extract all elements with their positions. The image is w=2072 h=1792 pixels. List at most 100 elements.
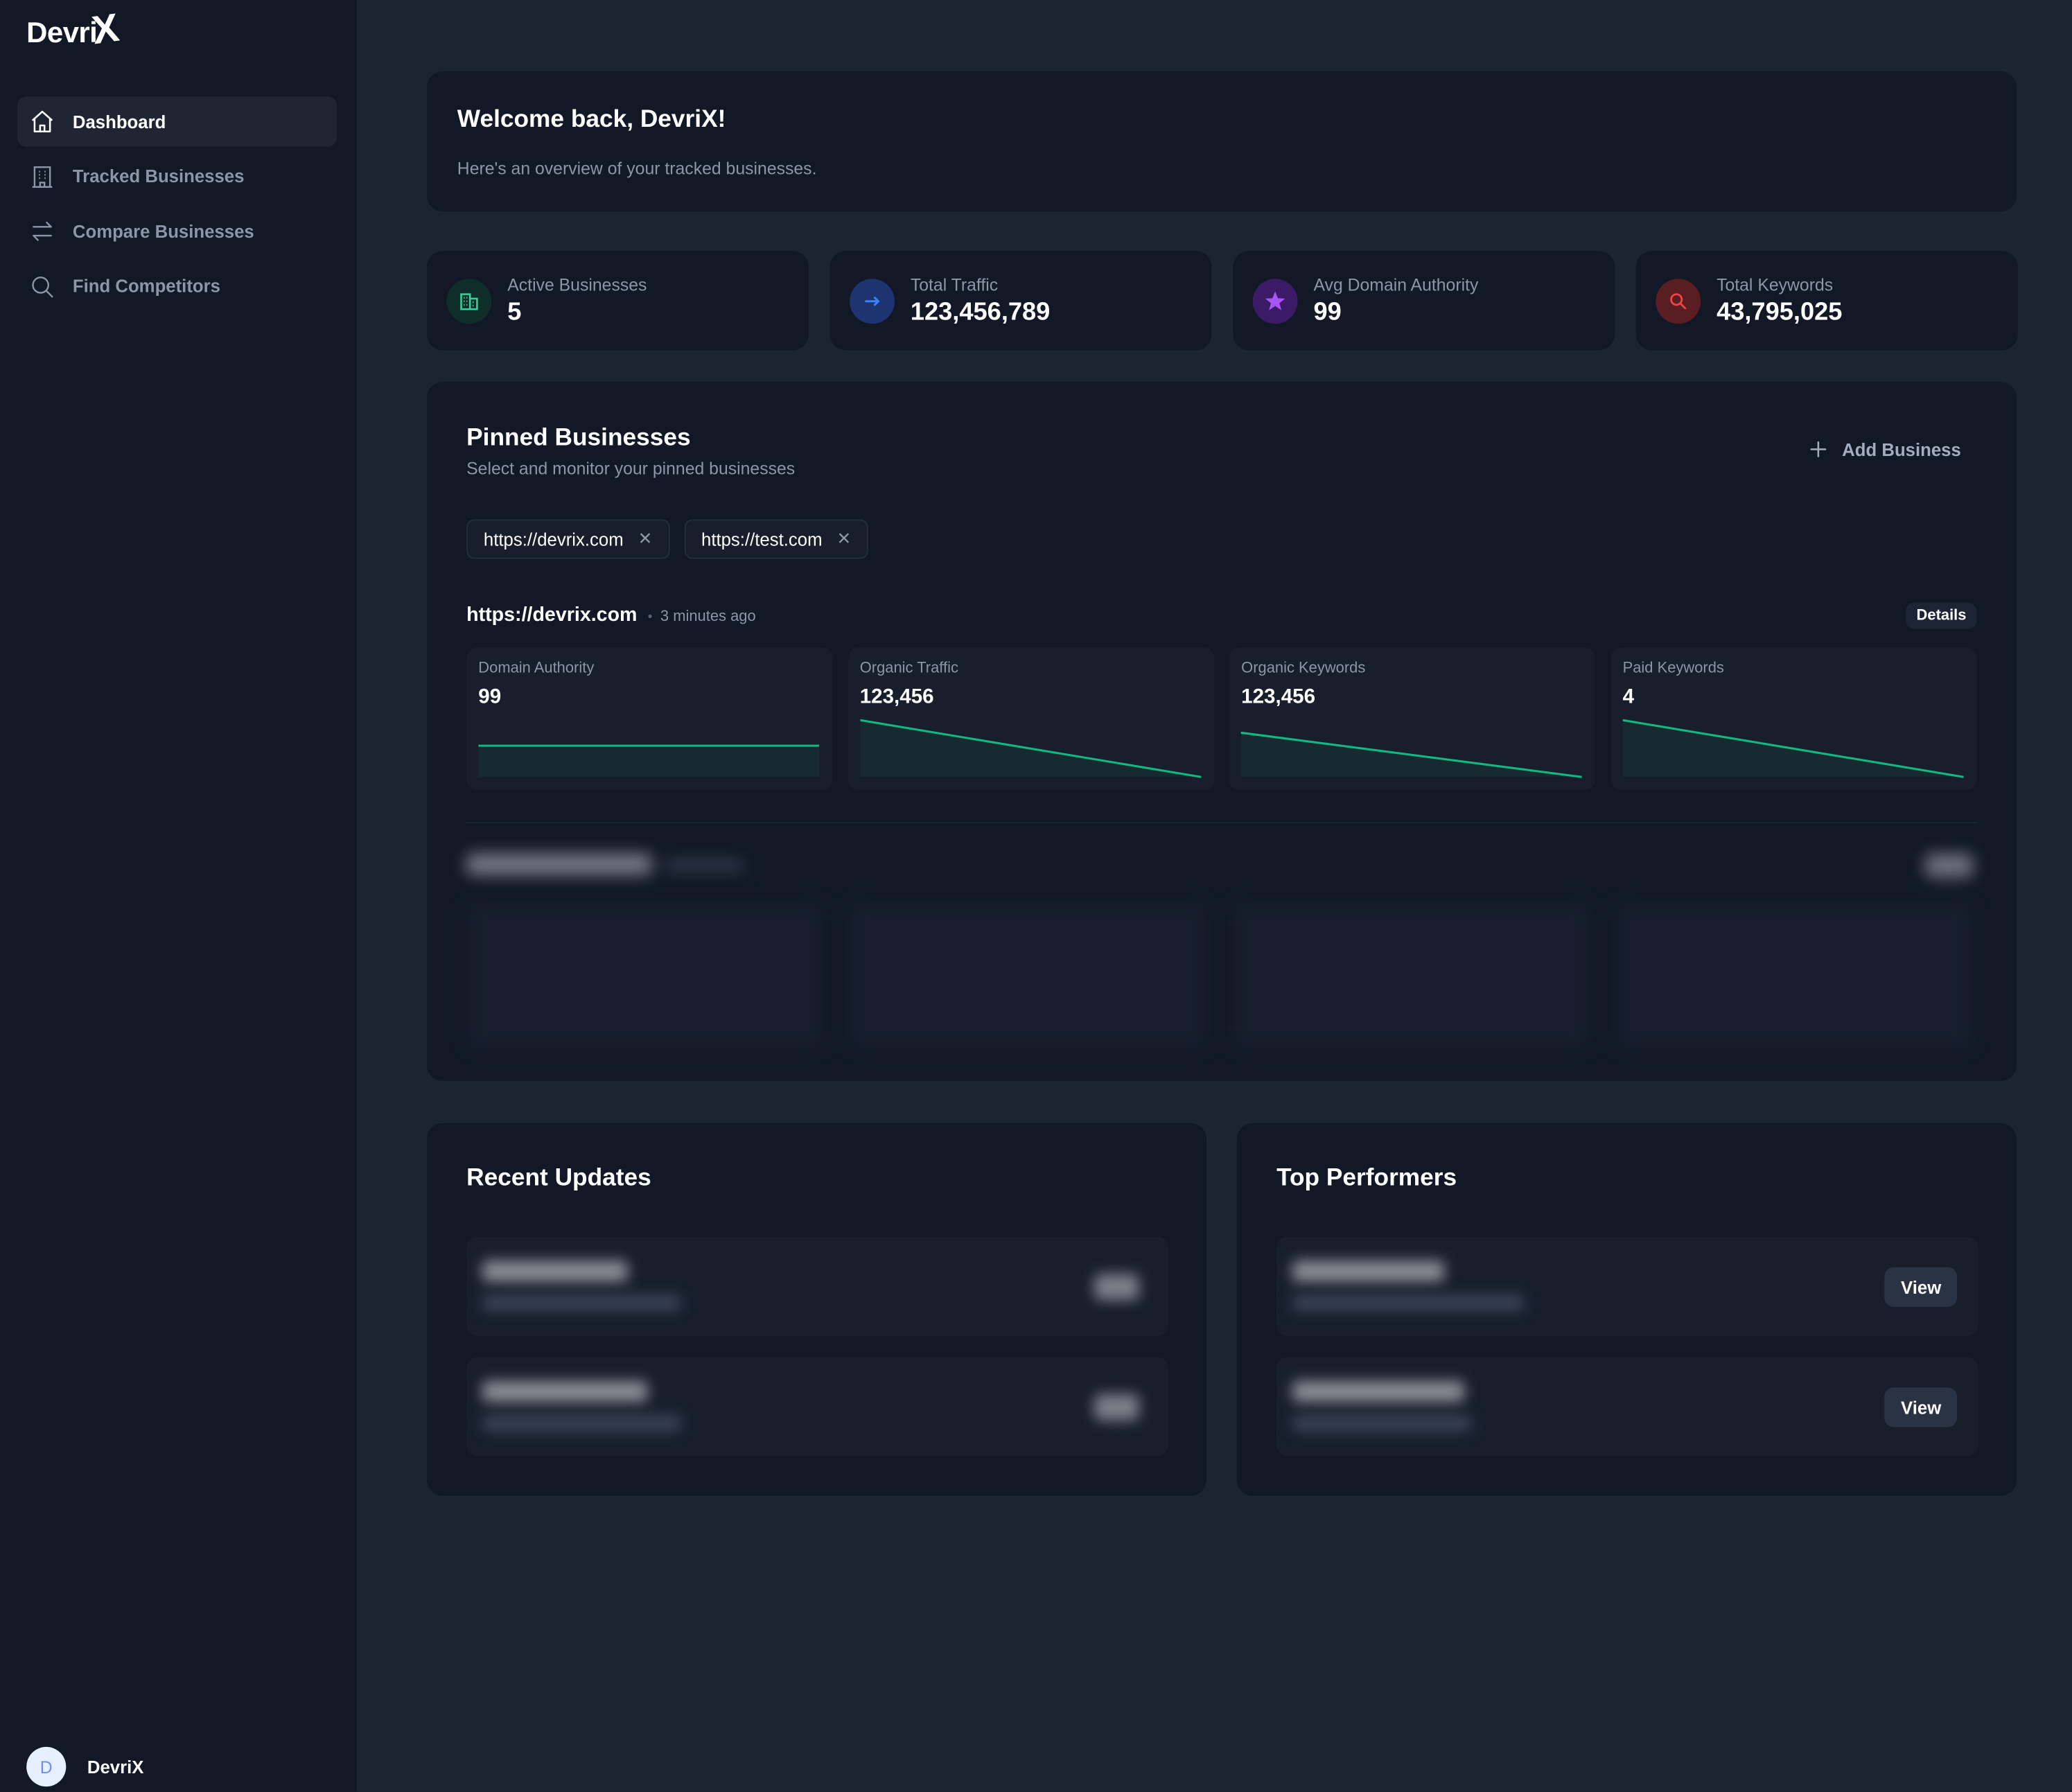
plus-icon [1810, 441, 1827, 457]
blurred-button [1094, 1274, 1139, 1301]
view-button[interactable]: View [1885, 1387, 1958, 1428]
blurred-text [482, 1380, 648, 1403]
sparkline [478, 744, 820, 778]
close-icon[interactable]: ✕ [837, 529, 852, 550]
avatar: D [26, 1746, 67, 1787]
separator-dot: • [647, 610, 653, 625]
recent-updates-title: Recent Updates [466, 1163, 651, 1191]
details-button[interactable]: Details [1906, 602, 1977, 629]
pinned-chips: https://devrix.com ✕ https://test.com ✕ [466, 519, 883, 559]
business-url[interactable]: https://devrix.com [466, 604, 637, 626]
sidebar: DevriX Dashboard Tracked Businesses Comp… [0, 0, 357, 1792]
sidebar-item-label: Compare Businesses [72, 221, 254, 242]
divider [466, 822, 1977, 823]
stat-label: Total Traffic [910, 274, 999, 295]
stat-card-active-businesses: Active Businesses 5 [426, 251, 809, 351]
close-icon[interactable]: ✕ [638, 529, 653, 550]
list-item [466, 1357, 1168, 1457]
metric-card: Domain Authority 99 [466, 647, 833, 791]
stat-value: 5 [507, 298, 522, 326]
sparkline-area [478, 746, 820, 778]
metric-label: Domain Authority [478, 660, 595, 677]
sidebar-item-tracked-businesses[interactable]: Tracked Businesses [17, 151, 337, 201]
chip-label: https://devrix.com [483, 529, 624, 550]
app-root: DevriX Dashboard Tracked Businesses Comp… [0, 0, 2072, 1792]
stat-card-total-keywords: Total Keywords 43,795,025 [1635, 251, 2018, 351]
user-name: DevriX [87, 1757, 144, 1777]
blurred-button [1925, 853, 1974, 878]
stat-card-avg-domain-authority: Avg Domain Authority 99 [1233, 251, 1615, 351]
search-icon [1656, 278, 1701, 324]
metric-label: Organic Keywords [1241, 660, 1366, 677]
metric-value: 123,456 [1241, 685, 1316, 709]
pinned-subtitle: Select and monitor your pinned businesse… [466, 458, 796, 479]
sidebar-item-compare-businesses[interactable]: Compare Businesses [17, 206, 337, 256]
stat-value: 99 [1313, 298, 1342, 326]
stat-label: Active Businesses [507, 274, 647, 295]
list-item [466, 1236, 1168, 1336]
metric-label: Paid Keywords [1622, 660, 1724, 677]
sidebar-item-label: Dashboard [72, 112, 166, 132]
star-icon [1252, 278, 1298, 324]
pinned-businesses-card: Pinned Businesses Select and monitor you… [426, 382, 2017, 1081]
pinned-title: Pinned Businesses [466, 423, 691, 451]
list-item: View [1276, 1357, 1978, 1457]
pinned-chip[interactable]: https://test.com ✕ [684, 519, 869, 559]
blurred-button [1094, 1394, 1139, 1421]
sparkline [1622, 719, 1964, 778]
user-profile[interactable]: D DevriX [26, 1746, 144, 1787]
metric-value: 4 [1622, 685, 1635, 709]
sidebar-item-label: Find Competitors [72, 276, 220, 297]
metric-card: Organic Keywords 123,456 [1229, 647, 1596, 791]
search-icon [32, 276, 53, 297]
recent-updates-card: Recent Updates [426, 1123, 1206, 1496]
blurred-text [482, 1294, 681, 1311]
metric-value: 99 [478, 685, 502, 709]
stat-card-total-traffic: Total Traffic 123,456,789 [829, 251, 1212, 351]
blurred-text [482, 1260, 628, 1282]
metric-card: Organic Traffic 123,456 [848, 647, 1214, 791]
sidebar-item-dashboard[interactable]: Dashboard [17, 96, 337, 147]
arrow-right-icon [850, 278, 895, 324]
stat-label: Avg Domain Authority [1313, 274, 1479, 295]
welcome-card: Welcome back, DevriX! Here's an overview… [426, 71, 2017, 212]
blurred-metric [850, 901, 1206, 1050]
building-icon [446, 278, 492, 324]
sparkline [1241, 731, 1583, 778]
logo-text: Devri [26, 15, 98, 49]
building-icon [32, 166, 53, 188]
view-button[interactable]: View [1885, 1267, 1958, 1307]
add-business-button[interactable]: Add Business [1808, 439, 1961, 460]
blurred-business-preview [453, 838, 1999, 1062]
pinned-chip[interactable]: https://devrix.com ✕ [466, 519, 670, 559]
blurred-text [1292, 1294, 1524, 1311]
logo[interactable]: DevriX [26, 6, 121, 53]
arrows-swap-icon [33, 221, 52, 241]
top-performers-card: Top Performers View View [1236, 1123, 2017, 1496]
stat-value: 43,795,025 [1717, 298, 1843, 326]
sidebar-nav: Dashboard Tracked Businesses Compare Bus… [17, 96, 337, 316]
stat-label: Total Keywords [1717, 274, 1834, 295]
blurred-text [1292, 1380, 1464, 1403]
top-performers-title: Top Performers [1276, 1163, 1457, 1191]
blurred-metric [1616, 901, 1974, 1050]
sidebar-item-label: Tracked Businesses [72, 166, 245, 186]
metrics-row: Domain Authority 99 Organic Traffic 123,… [466, 647, 1977, 791]
metric-card: Paid Keywords 4 [1610, 647, 1977, 791]
metric-label: Organic Traffic [859, 660, 958, 677]
sidebar-item-find-competitors[interactable]: Find Competitors [17, 261, 337, 311]
list-item: View [1276, 1236, 1978, 1336]
business-updated: 3 minutes ago [660, 609, 756, 625]
metric-value: 123,456 [859, 685, 934, 709]
blurred-metric [466, 901, 823, 1050]
blurred-metric [1233, 901, 1590, 1050]
stat-value: 123,456,789 [910, 298, 1051, 326]
welcome-title: Welcome back, DevriX! [457, 104, 726, 132]
business-header: https://devrix.com • 3 minutes ago [466, 604, 756, 626]
welcome-subtitle: Here's an overview of your tracked busin… [457, 158, 817, 179]
blurred-text [1292, 1415, 1471, 1432]
blurred-text [1292, 1260, 1445, 1282]
blurred-text [466, 853, 652, 875]
chip-label: https://test.com [701, 529, 823, 550]
sparkline [859, 719, 1201, 778]
